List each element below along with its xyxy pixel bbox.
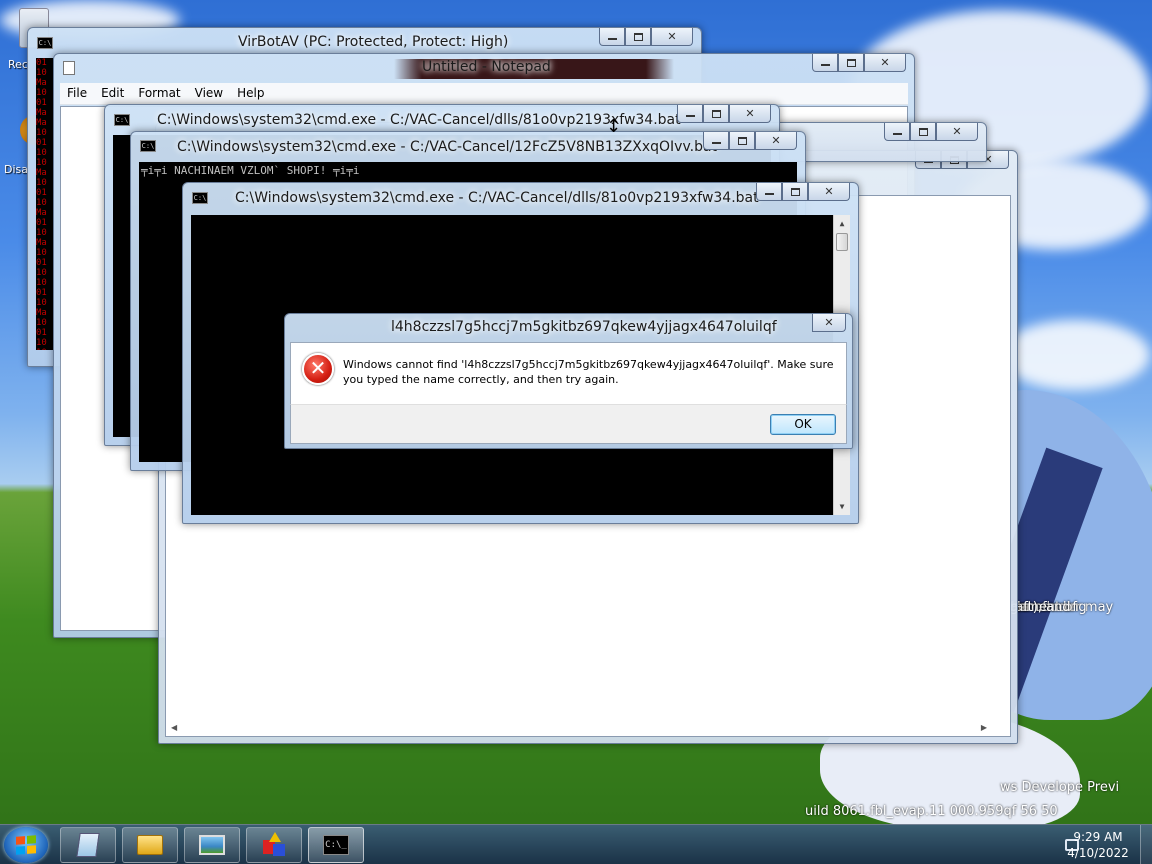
clock-time: 9:29 AM <box>1073 830 1123 844</box>
window-title: C:\Windows\system32\cmd.exe - C:/VAC-Can… <box>177 139 718 155</box>
titlebar[interactable]: Untitled - Notepad ✕ <box>54 54 914 80</box>
dialog-footer: OK <box>290 404 847 444</box>
titlebar[interactable]: C:\ C:\Windows\system32\cmd.exe - C:/VAC… <box>183 183 858 209</box>
ok-button[interactable]: OK <box>770 414 836 435</box>
taskbar: C:\_ 9:29 AM 4/10/2022 <box>0 824 1152 864</box>
clock[interactable]: 9:29 AM 4/10/2022 <box>1058 829 1138 861</box>
start-button[interactable] <box>4 827 48 863</box>
clock-date: 4/10/2022 <box>1067 846 1129 860</box>
maximize-button[interactable] <box>838 54 864 72</box>
window-title: C:\Windows\system32\cmd.exe - C:/VAC-Can… <box>235 190 759 206</box>
build-watermark-line1: ws Develope Previ <box>1000 780 1120 795</box>
maximize-button[interactable] <box>625 28 651 46</box>
cmd-window-icon: C:\ <box>140 140 156 152</box>
minimize-button[interactable] <box>677 105 703 123</box>
paint-icon <box>261 832 287 858</box>
maximize-button[interactable] <box>729 132 755 150</box>
minimize-button[interactable] <box>599 28 625 46</box>
close-button[interactable]: ✕ <box>864 54 906 72</box>
titlebar[interactable]: C:\ VirBotAV (PC: Protected, Protect: Hi… <box>28 28 701 54</box>
titlebar[interactable]: C:\ C:\Windows\system32\cmd.exe - C:/VAC… <box>131 132 805 158</box>
minimize-button[interactable] <box>812 54 838 72</box>
image-viewer-icon <box>199 835 225 855</box>
notepad-icon <box>63 61 75 75</box>
taskbar-notepad[interactable] <box>60 827 116 863</box>
error-icon: ✕ <box>302 353 334 385</box>
minimize-button[interactable] <box>884 123 910 141</box>
menu-bar: File Edit Format View Help <box>60 83 908 105</box>
minimize-button[interactable] <box>703 132 729 150</box>
dialog-title: l4h8czzsl7g5hccj7m5gkitbz697qkew4yjjagx4… <box>391 319 777 335</box>
horizontal-scrollbar[interactable]: ◀ ▶ <box>167 721 991 735</box>
cmd-window-icon: C:\ <box>192 192 208 204</box>
maximize-button[interactable] <box>910 123 936 141</box>
taskbar-image-viewer[interactable] <box>184 827 240 863</box>
cmd-window-icon: C:\ <box>37 37 53 49</box>
close-button[interactable]: ✕ <box>651 28 693 46</box>
notepad-icon <box>76 833 100 857</box>
menu-edit[interactable]: Edit <box>94 83 131 104</box>
taskbar-explorer[interactable] <box>122 827 178 863</box>
cmd-icon: C:\_ <box>323 835 349 855</box>
error-dialog[interactable]: l4h8czzsl7g5hccj7m5gkitbz697qkew4yjjagx4… <box>284 313 853 449</box>
window-title: Untitled - Notepad <box>422 59 551 75</box>
window-title: VirBotAV (PC: Protected, Protect: High) <box>238 34 509 50</box>
resize-cursor-icon: ↕ <box>606 116 622 137</box>
maximize-button[interactable] <box>703 105 729 123</box>
menu-format[interactable]: Format <box>131 83 187 104</box>
maximize-button[interactable] <box>782 183 808 201</box>
close-button[interactable]: ✕ <box>808 183 850 201</box>
dialog-message: Windows cannot find 'l4h8czzsl7g5hccj7m5… <box>343 358 834 386</box>
titlebar[interactable]: C:\ C:\Windows\system32\cmd.exe - C:/VAC… <box>105 105 779 131</box>
taskbar-cmd[interactable]: C:\_ <box>308 827 364 863</box>
console-line: ╤i╤i NACHINAEM VZLOM` SHOPI! ╤i╤i <box>141 164 360 177</box>
menu-file[interactable]: File <box>60 83 94 104</box>
minimize-button[interactable] <box>756 183 782 201</box>
scroll-thumb[interactable] <box>836 233 848 251</box>
menu-help[interactable]: Help <box>230 83 271 104</box>
console-output: 01 10 Ma 10 01 Ma Ma 10 01 10 10 Ma 10 0… <box>36 58 54 350</box>
scroll-up-icon[interactable]: ▲ <box>834 215 850 232</box>
close-button[interactable]: ✕ <box>729 105 771 123</box>
menu-view[interactable]: View <box>188 83 230 104</box>
explorer-icon <box>137 835 163 855</box>
dialog-body: ✕ Windows cannot find 'l4h8czzsl7g5hccj7… <box>290 342 847 404</box>
build-watermark-line2: uild 8061.fbl_evap.11 000.959qf 56 50 <box>805 804 1058 819</box>
cmd-window-icon: C:\ <box>114 114 130 126</box>
windows-logo-icon <box>16 835 36 855</box>
close-button[interactable]: ✕ <box>755 132 797 150</box>
scroll-down-icon[interactable]: ▼ <box>834 498 850 515</box>
window-title: C:\Windows\system32\cmd.exe - C:/VAC-Can… <box>157 112 681 128</box>
show-desktop-button[interactable] <box>1140 825 1152 864</box>
close-button[interactable]: ✕ <box>936 123 978 141</box>
taskbar-paint[interactable] <box>246 827 302 863</box>
close-button[interactable]: ✕ <box>812 314 846 332</box>
